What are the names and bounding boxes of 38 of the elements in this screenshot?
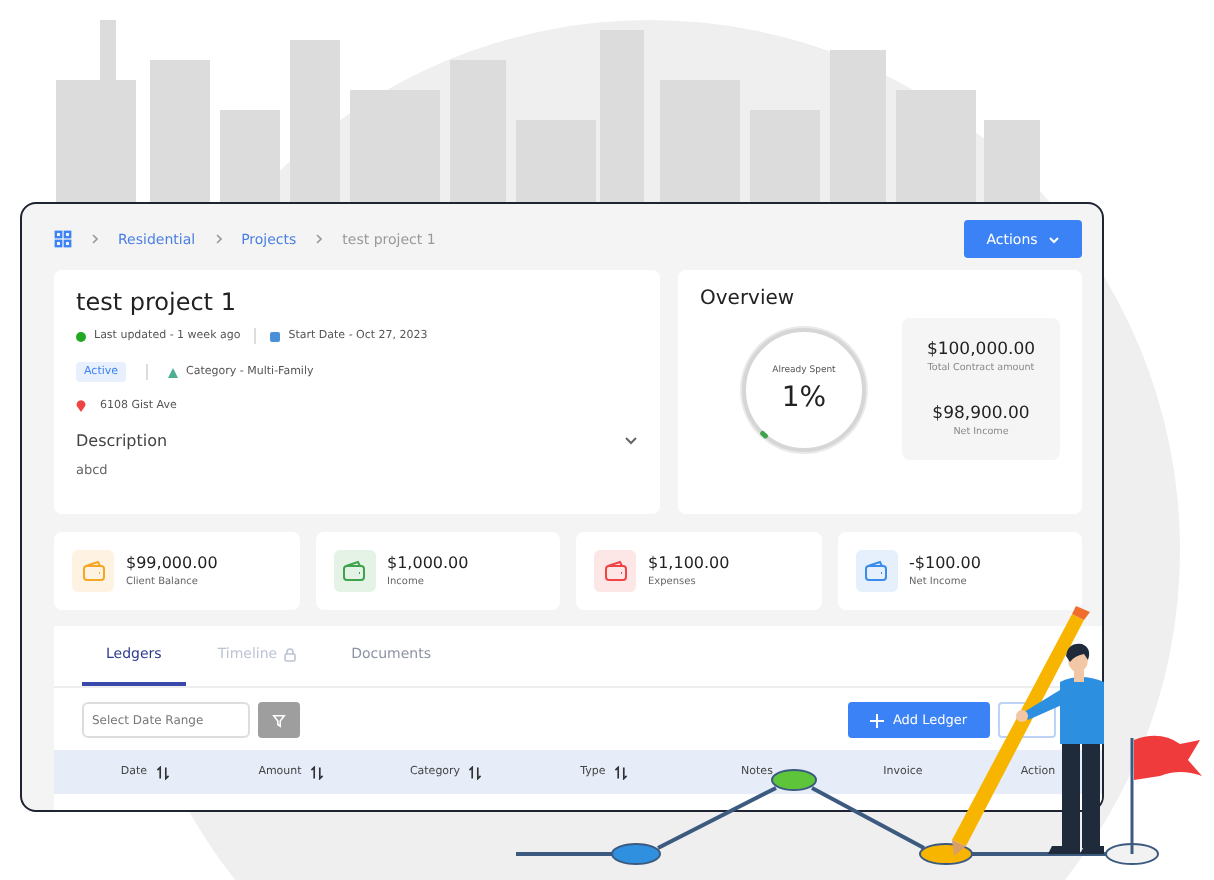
net-amount: $98,900.00: [932, 403, 1030, 424]
connector-line: [657, 786, 777, 850]
sort-icon[interactable]: [155, 765, 170, 779]
description-label: Description: [76, 432, 168, 450]
timeline-node: [919, 843, 973, 865]
gauge-value: 1%: [781, 381, 827, 413]
triangle-icon: [168, 367, 179, 377]
location-pin-icon: [76, 400, 86, 412]
wallet-icon: [603, 560, 627, 582]
chevron-down-icon: [1047, 235, 1060, 243]
stat-value: $99,000.00: [126, 554, 218, 572]
stat-value: $1,000.00: [387, 554, 469, 572]
sort-icon[interactable]: [613, 765, 628, 779]
chevron-down-icon[interactable]: [624, 436, 638, 446]
status-dot-icon: [76, 331, 86, 341]
connector-line: [516, 852, 612, 856]
stat-value: -$100.00: [909, 554, 981, 572]
calendar-icon: [270, 331, 281, 341]
sort-icon[interactable]: [309, 765, 324, 779]
lock-icon: [283, 647, 296, 661]
filter-icon: [272, 713, 286, 727]
overview-title: Overview: [700, 288, 797, 310]
wallet-icon: [342, 560, 366, 582]
plus-icon: [870, 713, 885, 727]
chevron-right-icon: [92, 234, 98, 244]
wallet-icon: [864, 560, 888, 582]
grid-icon[interactable]: [54, 230, 72, 248]
filter-button[interactable]: [258, 702, 300, 738]
timeline-node: [611, 843, 661, 865]
sort-icon[interactable]: [468, 765, 483, 779]
connector-line: [811, 786, 925, 850]
stat-value: $1,100.00: [648, 554, 730, 572]
connector-line: [970, 852, 1106, 856]
wallet-icon: [81, 560, 105, 582]
project-title: test project 1: [76, 288, 238, 316]
chevron-right-icon: [215, 234, 222, 244]
chevron-right-icon: [316, 234, 323, 244]
total-amount: $100,000.00: [926, 340, 1036, 361]
